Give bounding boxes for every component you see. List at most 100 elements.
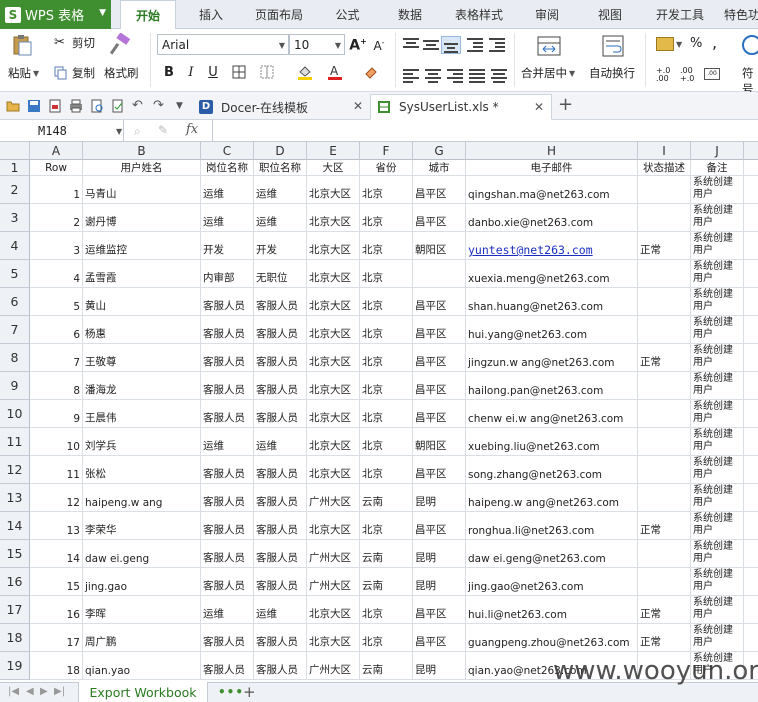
- export-icon[interactable]: [48, 99, 62, 113]
- cell-col-b[interactable]: 王晨伟: [83, 400, 201, 428]
- column-header-g[interactable]: G: [413, 142, 466, 160]
- cell-col-f[interactable]: 云南: [360, 568, 413, 596]
- increase-indent-button[interactable]: [489, 38, 505, 52]
- cell-col-c[interactable]: 客服人员: [201, 400, 254, 428]
- column-header-f[interactable]: F: [360, 142, 413, 160]
- cell-col-h[interactable]: ronghua.li@net263.com: [466, 512, 638, 540]
- cell-col-b[interactable]: 刘学兵: [83, 428, 201, 456]
- cell-col-e[interactable]: 北京大区: [307, 400, 360, 428]
- cell-col-e[interactable]: 北京大区: [307, 596, 360, 624]
- row-header[interactable]: 6: [0, 288, 30, 316]
- cell-col-b[interactable]: qian.yao: [83, 652, 201, 680]
- row-header[interactable]: 1: [0, 160, 30, 176]
- print-preview-icon[interactable]: [90, 99, 104, 113]
- cell-col-b[interactable]: 杨惠: [83, 316, 201, 344]
- decrease-font-size-button[interactable]: A-: [370, 36, 388, 54]
- cell-col-c[interactable]: 内审部: [201, 260, 254, 288]
- cell-overflow[interactable]: [744, 512, 758, 540]
- decrease-decimal-button[interactable]: .00 +.0: [680, 67, 702, 83]
- cell-overflow[interactable]: [744, 316, 758, 344]
- tab-features[interactable]: 特色功: [724, 0, 758, 29]
- cell-col-c[interactable]: 客服人员: [201, 344, 254, 372]
- cell-col-h[interactable]: danbo.xie@net263.com: [466, 204, 638, 232]
- cell-col-c[interactable]: 客服人员: [201, 288, 254, 316]
- cell-col-a[interactable]: 9: [30, 400, 83, 428]
- cell-col-c[interactable]: 运维: [201, 204, 254, 232]
- header-cell-col-h[interactable]: 电子邮件: [466, 160, 638, 176]
- tab-page-layout[interactable]: 页面布局: [248, 0, 310, 29]
- save-icon[interactable]: [27, 99, 41, 113]
- cell-col-b[interactable]: 黄山: [83, 288, 201, 316]
- wrap-text-button[interactable]: 自动换行: [589, 65, 635, 81]
- cell-col-d[interactable]: 客服人员: [254, 512, 307, 540]
- cell-overflow[interactable]: [744, 400, 758, 428]
- app-menu-button[interactable]: S WPS 表格 ▼: [0, 0, 111, 29]
- column-header-e[interactable]: E: [307, 142, 360, 160]
- cell-col-b[interactable]: 运维监控: [83, 232, 201, 260]
- cell-col-d[interactable]: 客服人员: [254, 652, 307, 680]
- cell-col-d[interactable]: 客服人员: [254, 484, 307, 512]
- new-tab-plus-icon[interactable]: +: [558, 94, 573, 115]
- cell-overflow[interactable]: [744, 372, 758, 400]
- add-sheet-button[interactable]: +: [243, 683, 256, 701]
- name-box[interactable]: M148: [0, 120, 124, 142]
- cell-col-g[interactable]: 昌平区: [413, 624, 466, 652]
- cell-col-a[interactable]: 13: [30, 512, 83, 540]
- cell-col-i[interactable]: [638, 456, 691, 484]
- cell-col-j[interactable]: 系统创建用户: [691, 456, 744, 484]
- cell-col-e[interactable]: 北京大区: [307, 176, 360, 204]
- currency-format-button[interactable]: ▼: [656, 37, 682, 51]
- increase-font-size-button[interactable]: A+: [349, 36, 367, 54]
- row-header[interactable]: 2: [0, 176, 30, 204]
- cell-col-h[interactable]: xuexia.meng@net263.com: [466, 260, 638, 288]
- comma-style-button[interactable]: ,: [712, 33, 717, 52]
- cell-overflow[interactable]: [744, 344, 758, 372]
- cell-col-i[interactable]: [638, 372, 691, 400]
- cell-col-d[interactable]: 客服人员: [254, 624, 307, 652]
- cell-col-e[interactable]: 北京大区: [307, 316, 360, 344]
- spell-check-icon[interactable]: [111, 99, 125, 113]
- cell-col-e[interactable]: 北京大区: [307, 456, 360, 484]
- select-all-corner[interactable]: [0, 142, 30, 160]
- cell-col-d[interactable]: 运维: [254, 176, 307, 204]
- cell-col-i[interactable]: 正常: [638, 344, 691, 372]
- cell-col-a[interactable]: 7: [30, 344, 83, 372]
- cell-col-h[interactable]: haipeng.w ang@net263.com: [466, 484, 638, 512]
- cell-col-a[interactable]: 11: [30, 456, 83, 484]
- cell-col-e[interactable]: 北京大区: [307, 624, 360, 652]
- cell-col-c[interactable]: 客服人员: [201, 316, 254, 344]
- cell-col-g[interactable]: 昌平区: [413, 316, 466, 344]
- cell-col-c[interactable]: 客服人员: [201, 652, 254, 680]
- cell-col-g[interactable]: 昆明: [413, 540, 466, 568]
- cell-overflow[interactable]: [744, 624, 758, 652]
- cell-col-j[interactable]: 系统创建用户: [691, 260, 744, 288]
- cell-overflow[interactable]: [744, 232, 758, 260]
- last-sheet-icon[interactable]: ▶|: [54, 686, 65, 697]
- cell-col-b[interactable]: 马青山: [83, 176, 201, 204]
- cell-col-c[interactable]: 客服人员: [201, 568, 254, 596]
- row-header[interactable]: 13: [0, 484, 30, 512]
- cell-overflow[interactable]: [744, 540, 758, 568]
- cell-col-j[interactable]: 系统创建用户: [691, 204, 744, 232]
- row-header[interactable]: 11: [0, 428, 30, 456]
- cell-col-h[interactable]: qingshan.ma@net263.com: [466, 176, 638, 204]
- cell-col-b[interactable]: jing.gao: [83, 568, 201, 596]
- cell-col-g[interactable]: 昌平区: [413, 344, 466, 372]
- symbol-icon-button[interactable]: [740, 33, 758, 57]
- cell-col-d[interactable]: 客服人员: [254, 344, 307, 372]
- decrease-indent-button[interactable]: [467, 38, 483, 52]
- cell-col-j[interactable]: 系统创建用户: [691, 428, 744, 456]
- cell-col-g[interactable]: 昆明: [413, 484, 466, 512]
- cell-col-b[interactable]: daw ei.geng: [83, 540, 201, 568]
- more-sheets-icon[interactable]: •••: [218, 685, 244, 699]
- cell-col-d[interactable]: 运维: [254, 204, 307, 232]
- paste-button[interactable]: [10, 33, 34, 57]
- cell-col-i[interactable]: 正常: [638, 596, 691, 624]
- header-cell-col-b[interactable]: 用户姓名: [83, 160, 201, 176]
- cell-col-j[interactable]: 系统创建用户: [691, 540, 744, 568]
- row-header[interactable]: 16: [0, 568, 30, 596]
- cell-overflow[interactable]: [744, 568, 758, 596]
- cell-col-e[interactable]: 北京大区: [307, 428, 360, 456]
- sheet-tab-export-workbook[interactable]: Export Workbook: [78, 682, 208, 702]
- row-header[interactable]: 14: [0, 512, 30, 540]
